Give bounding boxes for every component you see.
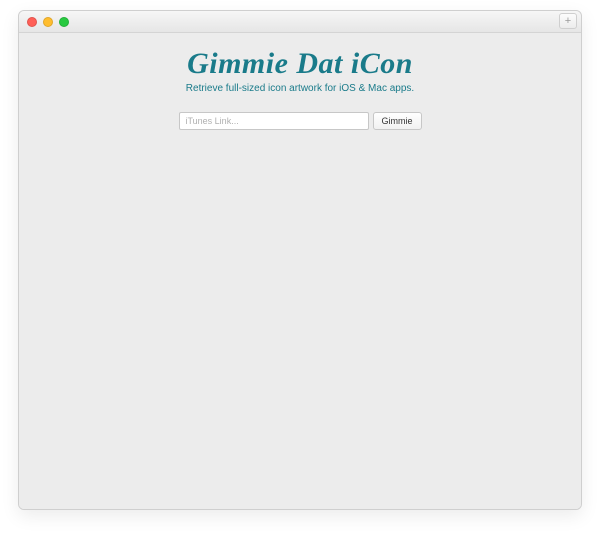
- plus-icon: +: [565, 16, 571, 27]
- titlebar: +: [19, 11, 581, 33]
- itunes-link-input[interactable]: [179, 112, 369, 130]
- new-tab-button[interactable]: +: [559, 13, 577, 29]
- minimize-icon[interactable]: [43, 17, 53, 27]
- maximize-icon[interactable]: [59, 17, 69, 27]
- traffic-lights: [27, 17, 69, 27]
- app-window: + Gimmie Dat iCon Retrieve full-sized ic…: [18, 10, 582, 510]
- page-subtitle: Retrieve full-sized icon artwork for iOS…: [186, 83, 414, 94]
- gimmie-button[interactable]: Gimmie: [373, 112, 422, 130]
- search-form: Gimmie: [179, 112, 422, 130]
- close-icon[interactable]: [27, 17, 37, 27]
- content-area: Gimmie Dat iCon Retrieve full-sized icon…: [19, 33, 581, 509]
- page-title: Gimmie Dat iCon: [187, 47, 413, 81]
